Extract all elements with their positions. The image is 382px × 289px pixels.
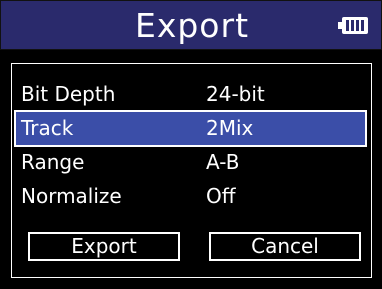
- setting-row-range[interactable]: Range A-B: [16, 146, 365, 179]
- setting-row-normalize[interactable]: Normalize Off: [16, 180, 365, 213]
- setting-label: Track: [21, 116, 74, 140]
- export-panel: Bit Depth 24-bit Track 2Mix Range A-B No…: [0, 50, 382, 289]
- screen-title: Export: [134, 6, 250, 45]
- setting-row-bit-depth[interactable]: Bit Depth 24-bit: [16, 78, 365, 111]
- setting-label: Bit Depth: [21, 82, 116, 106]
- setting-label: Normalize: [21, 184, 122, 208]
- setting-value: Off: [206, 184, 236, 208]
- title-bar: Export: [0, 0, 382, 50]
- cancel-button[interactable]: Cancel: [209, 232, 361, 261]
- setting-value: A-B: [206, 150, 240, 174]
- export-button[interactable]: Export: [28, 232, 180, 261]
- export-screen: Export Bit Depth 24-bit Track 2Mix Range…: [0, 0, 382, 289]
- setting-value: 2Mix: [206, 116, 254, 140]
- setting-value: 24-bit: [206, 82, 265, 106]
- battery-full-icon: [338, 17, 368, 34]
- setting-row-track[interactable]: Track 2Mix: [14, 110, 367, 147]
- setting-label: Range: [21, 150, 85, 174]
